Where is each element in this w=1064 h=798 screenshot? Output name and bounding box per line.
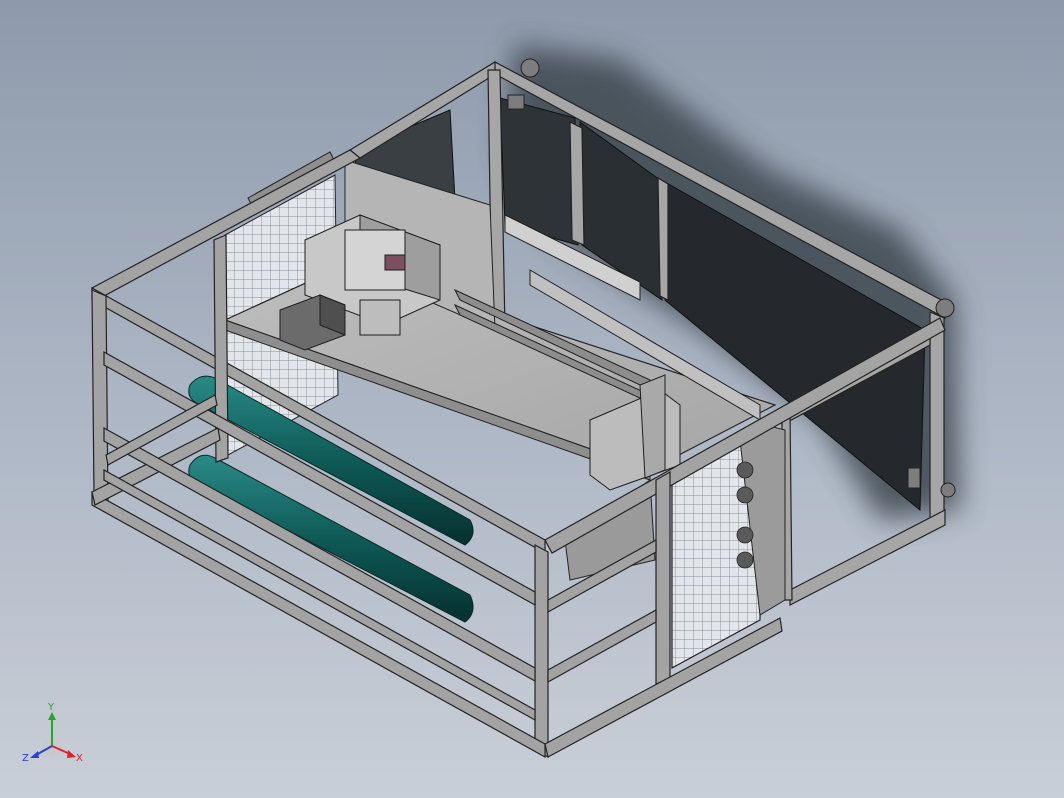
y-axis-arrow-icon <box>48 712 56 720</box>
coordinate-triad: Y X Z <box>22 702 83 764</box>
x-axis-arrow-icon <box>67 750 76 758</box>
x-axis-label: X <box>76 753 83 764</box>
cad-model-view[interactable] <box>0 0 1064 798</box>
cad-graphics-viewport[interactable]: Y X Z <box>0 0 1064 798</box>
z-axis-label: Z <box>22 753 29 764</box>
y-axis-label: Y <box>47 702 55 713</box>
z-axis-arrow-icon <box>30 751 39 758</box>
